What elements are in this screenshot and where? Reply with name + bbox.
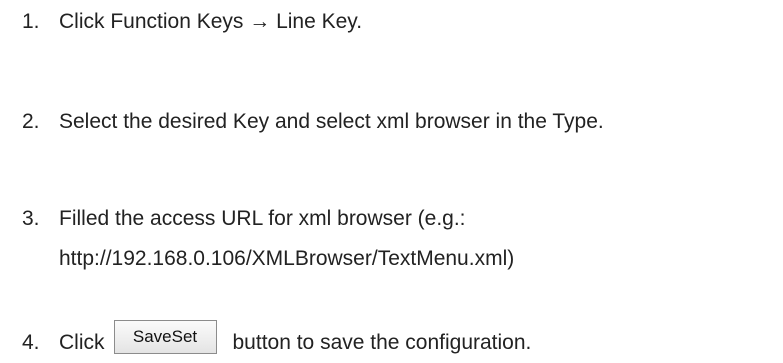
step-number: 1. xyxy=(22,10,40,33)
step-line: Click Function Keys → Line Key. xyxy=(59,10,363,33)
step-1: 1. Click Function Keys → Line Key. xyxy=(22,2,362,42)
step-3: 3. Filled the access URL for xml browser … xyxy=(22,199,514,279)
step-line: Select the desired Key and select xml br… xyxy=(59,110,604,133)
saveset-button[interactable]: SaveSet xyxy=(113,320,217,355)
step-2: 2. Select the desired Key and select xml … xyxy=(22,102,604,142)
step-number: 4. xyxy=(22,331,40,354)
step-text: Filled the access URL for xml browser (e… xyxy=(59,199,514,279)
step-line: Filled the access URL for xml browser (e… xyxy=(59,207,466,230)
step-text: Select the desired Key and select xml br… xyxy=(59,102,604,142)
step-prefix: Click xyxy=(59,331,105,354)
step-4: 4. Click SaveSet button to save the configu… xyxy=(22,320,532,363)
step-suffix: button to save the configuration. xyxy=(232,331,532,354)
step-text: Click Function Keys → Line Key. xyxy=(59,2,362,42)
step-number: 2. xyxy=(22,110,40,133)
step-number: 3. xyxy=(22,207,40,230)
step-line-url: http://192.168.0.106/XMLBrowser/TextMenu… xyxy=(59,247,515,270)
